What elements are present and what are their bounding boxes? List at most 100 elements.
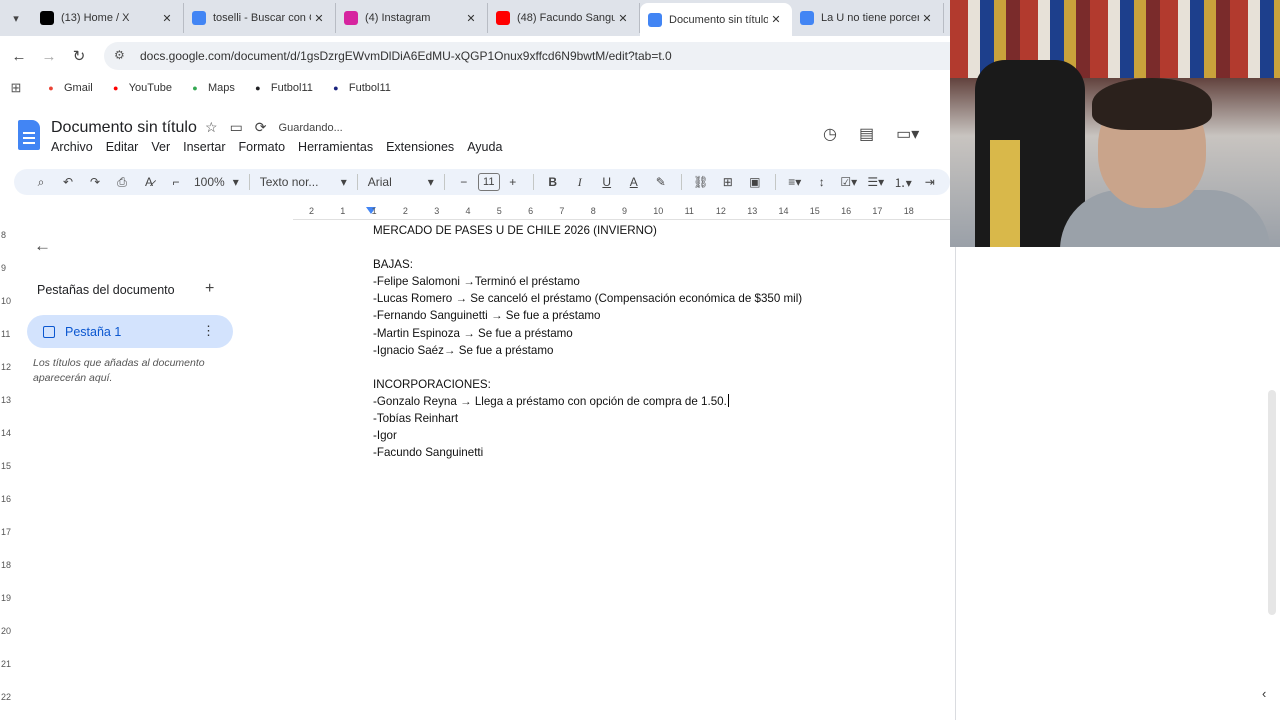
bookmark-item[interactable]: ● YouTube: [109, 81, 172, 95]
italic-icon[interactable]: I: [567, 171, 593, 193]
line-spacing-icon[interactable]: ↕: [809, 171, 835, 193]
insert-image-icon[interactable]: ▣: [742, 171, 768, 193]
close-tab-icon[interactable]: ✕: [159, 12, 175, 25]
move-folder-icon[interactable]: ▭: [230, 119, 243, 136]
sidebar-heading: Pestañas del documento: [37, 283, 175, 297]
print-icon[interactable]: ⎙: [109, 171, 135, 193]
vertical-scrollbar[interactable]: [1268, 390, 1276, 615]
menu-item[interactable]: Insertar: [183, 140, 225, 154]
outline-hint: Los títulos que añadas al documento apar…: [33, 357, 205, 384]
align-icon[interactable]: ≡▾: [782, 171, 808, 193]
document-line[interactable]: -Igor: [373, 427, 802, 444]
reload-icon[interactable]: ↻: [64, 47, 94, 65]
menu-item[interactable]: Ayuda: [467, 140, 502, 154]
document-line[interactable]: -Gonzalo Reyna → Llega a préstamo con op…: [373, 393, 802, 410]
document-line[interactable]: INCORPORACIONES:: [373, 376, 802, 393]
browser-tab[interactable]: (4) Instagram ✕: [336, 3, 488, 33]
document-line[interactable]: -Felipe Salomoni →Terminó el préstamo: [373, 273, 802, 290]
bookmark-list: ● Gmail ● YouTube ● Maps ● Futbol11 ● Futbol11: [44, 81, 407, 95]
search-menus-icon[interactable]: ⌕: [28, 171, 54, 193]
site-info-icon[interactable]: ⚙: [114, 48, 130, 64]
document-line[interactable]: -Ignacio Saéz→ Se fue a préstamo: [373, 342, 802, 359]
bookmark-label: Futbol11: [270, 82, 313, 94]
close-tab-icon[interactable]: ✕: [463, 12, 479, 25]
document-line[interactable]: -Facundo Sanguinetti: [373, 444, 802, 461]
menu-item[interactable]: Formato: [239, 140, 286, 154]
document-line[interactable]: [373, 359, 802, 376]
bookmark-label: Gmail: [64, 82, 93, 94]
document-body[interactable]: MERCADO DE PASES U DE CHILE 2026 (INVIER…: [373, 222, 802, 461]
expand-side-panel-icon[interactable]: ‹: [1262, 686, 1266, 701]
checklist-icon[interactable]: ☑▾: [836, 171, 862, 193]
apps-grid-icon[interactable]: ⊞: [0, 80, 32, 96]
document-page[interactable]: MERCADO DE PASES U DE CHILE 2026 (INVIER…: [294, 220, 956, 720]
browser-tab[interactable]: La U no tiene porcen ✕: [792, 3, 944, 33]
version-history-icon[interactable]: ◷: [823, 124, 837, 144]
document-line-text: -Lucas Romero → Se canceló el préstamo (…: [373, 292, 803, 306]
close-tab-icon[interactable]: ✕: [919, 12, 935, 25]
menu-item[interactable]: Archivo: [51, 140, 93, 154]
document-line[interactable]: [373, 239, 802, 256]
menu-item[interactable]: Editar: [106, 140, 139, 154]
meet-icon[interactable]: ▭▾: [896, 124, 919, 144]
browser-tab[interactable]: toselli - Buscar con G ✕: [184, 3, 336, 33]
underline-icon[interactable]: U: [594, 171, 620, 193]
numbered-list-icon[interactable]: ⒈▾: [890, 171, 916, 193]
document-line[interactable]: -Fernando Sanguinetti → Se fue a préstam…: [373, 307, 802, 324]
decrease-font-icon[interactable]: −: [451, 171, 477, 193]
document-line[interactable]: MERCADO DE PASES U DE CHILE 2026 (INVIER…: [373, 222, 802, 239]
url-field[interactable]: ⚙ docs.google.com/document/d/1gsDzrgEWvm…: [104, 42, 950, 70]
bookmark-item[interactable]: ● Maps: [188, 81, 235, 95]
link-icon[interactable]: ⛓: [688, 171, 714, 193]
menu-item[interactable]: Extensiones: [386, 140, 454, 154]
bold-icon[interactable]: B: [540, 171, 566, 193]
document-line[interactable]: -Tobías Reinhart: [373, 410, 802, 427]
style-select[interactable]: Texto nor... ▾: [256, 175, 351, 189]
back-icon[interactable]: ←: [4, 48, 34, 65]
bookmark-label: Maps: [207, 82, 235, 94]
vertical-ruler[interactable]: 8 9 10 11 12 13 14 15 16 17 18 19 20 21 22: [0, 220, 12, 720]
font-size-input[interactable]: 11: [477, 173, 500, 191]
close-sidebar-icon[interactable]: ←: [34, 236, 51, 256]
add-tab-icon[interactable]: +: [205, 280, 214, 298]
bookmarks-bar: ⊞ ● Gmail ● YouTube ● Maps ● Futbol11 ● Futbol11: [0, 76, 950, 100]
docs-logo-icon[interactable]: [18, 120, 40, 150]
spellcheck-icon[interactable]: A̷: [136, 171, 162, 193]
bulleted-list-icon[interactable]: ☰▾: [863, 171, 889, 193]
redo-icon[interactable]: ↷: [82, 171, 108, 193]
highlight-icon[interactable]: ✎: [648, 171, 674, 193]
browser-tab[interactable]: Documento sin título ✕: [640, 3, 792, 36]
close-tab-icon[interactable]: ✕: [615, 12, 631, 25]
paint-format-icon[interactable]: ⌐: [163, 171, 189, 193]
tab-search-icon[interactable]: ▾: [0, 0, 32, 36]
document-line[interactable]: -Lucas Romero → Se canceló el préstamo (…: [373, 290, 802, 307]
close-tab-icon[interactable]: ✕: [311, 12, 327, 25]
star-icon[interactable]: ☆: [205, 119, 218, 136]
ruler-label: 7: [559, 206, 565, 216]
forward-icon[interactable]: →: [34, 48, 64, 65]
menu-item[interactable]: Herramientas: [298, 140, 373, 154]
horizontal-ruler[interactable]: 2 1 1 2 3 4 5 6 7 8 9 10 11 12 13 14 15 16 17 18: [293, 204, 950, 220]
document-tab-item[interactable]: Pestaña 1 ⋮: [27, 315, 233, 348]
browser-tab[interactable]: (13) Home / X ✕: [32, 3, 184, 33]
text-color-icon[interactable]: A: [621, 171, 647, 193]
browser-tab[interactable]: (48) Facundo Sanguin ✕: [488, 3, 640, 33]
menu-item[interactable]: Ver: [151, 140, 170, 154]
more-options-icon[interactable]: ⋮: [202, 323, 215, 339]
bookmark-item[interactable]: ● Futbol11: [251, 81, 313, 95]
tab-list: (13) Home / X ✕ toselli - Buscar con G ✕ (4)…: [32, 0, 944, 36]
font-select[interactable]: Arial ▾: [364, 175, 438, 189]
document-line[interactable]: -Martin Espinoza → Se fue a préstamo: [373, 325, 802, 342]
document-title[interactable]: Documento sin título: [51, 119, 197, 137]
undo-icon[interactable]: ↶: [55, 171, 81, 193]
bookmark-item[interactable]: ● Futbol11: [329, 81, 391, 95]
indent-icon[interactable]: ⇥: [917, 171, 943, 193]
bookmark-item[interactable]: ● Gmail: [44, 81, 93, 95]
increase-font-icon[interactable]: +: [500, 171, 526, 193]
bookmark-label: YouTube: [128, 82, 172, 94]
document-line[interactable]: BAJAS:: [373, 256, 802, 273]
close-tab-icon[interactable]: ✕: [768, 13, 784, 26]
comments-icon[interactable]: ▤: [859, 124, 874, 144]
add-comment-icon[interactable]: ⊞: [715, 171, 741, 193]
zoom-select[interactable]: 100% ▾: [190, 175, 243, 189]
